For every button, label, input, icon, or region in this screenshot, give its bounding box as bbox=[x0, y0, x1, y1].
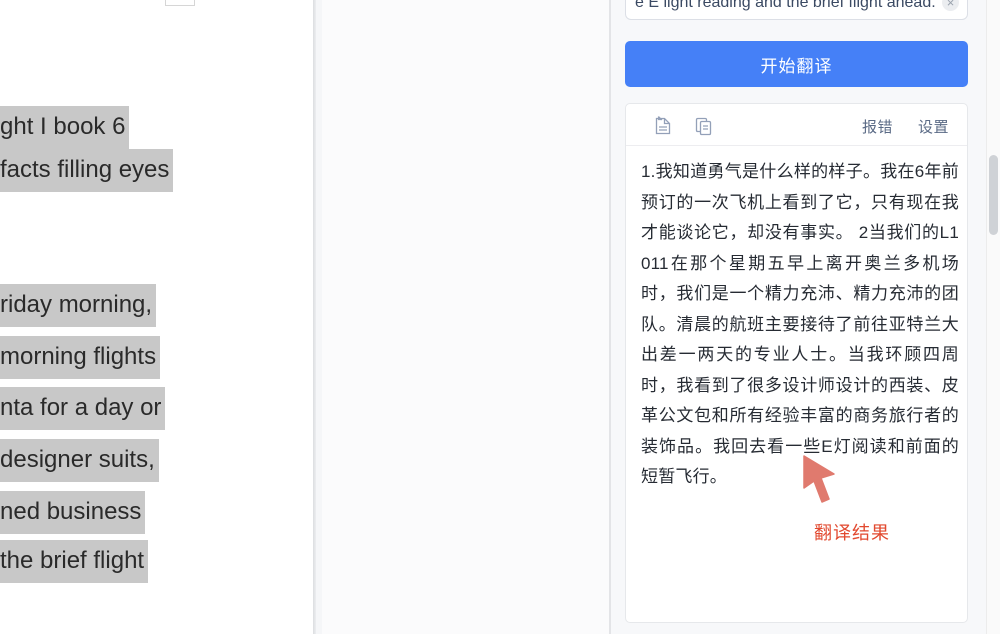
result-toolbar: 报错 设置 bbox=[626, 104, 967, 146]
document-line-text: morning flights bbox=[0, 336, 161, 379]
document-line: facts filling eyes bbox=[0, 149, 174, 192]
document-line-text: designer suits, bbox=[0, 439, 159, 482]
document-line: designer suits, bbox=[0, 439, 159, 482]
document-line: ght I book 6 bbox=[0, 106, 130, 149]
translate-panel: e E light reading and the brief flight a… bbox=[611, 0, 1000, 634]
document-line-text: riday morning, bbox=[0, 284, 157, 327]
settings-link[interactable]: 设置 bbox=[918, 116, 949, 137]
translation-result-card: 报错 设置 1.我知道勇气是什么样的样子。我在6年前预订的一次飞机上看到了它，只… bbox=[625, 103, 968, 623]
document-line-text: ght I book 6 bbox=[0, 106, 130, 149]
annotation-label: 翻译结果 bbox=[814, 523, 890, 543]
export-document-icon[interactable] bbox=[652, 115, 674, 137]
document-line: nta for a day or bbox=[0, 387, 166, 430]
source-text-input[interactable]: e E light reading and the brief flight a… bbox=[625, 0, 968, 20]
report-error-link[interactable]: 报错 bbox=[862, 116, 893, 137]
document-line: ned business bbox=[0, 491, 146, 534]
start-translate-button[interactable]: 开始翻译 bbox=[625, 41, 968, 87]
scrollbar-track[interactable] bbox=[986, 0, 1000, 634]
screen-root: ght I book 6 facts filling eyes riday mo… bbox=[0, 0, 1000, 634]
document-pane: ght I book 6 facts filling eyes riday mo… bbox=[0, 0, 313, 634]
close-icon[interactable]: × bbox=[942, 0, 959, 11]
translation-result-text: 1.我知道勇气是什么样的样子。我在6年前预订的一次飞机上看到了它，只有现在我才能… bbox=[641, 162, 959, 486]
document-line-text: the brief flight bbox=[0, 540, 149, 583]
document-line-text: nta for a day or bbox=[0, 387, 166, 430]
pane-divider-left bbox=[313, 0, 316, 634]
middle-pane-inner bbox=[322, 0, 611, 634]
document-line: morning flights bbox=[0, 336, 161, 379]
scrollbar-thumb[interactable] bbox=[989, 155, 998, 235]
document-line: the brief flight bbox=[0, 540, 149, 583]
source-text-value[interactable]: e E light reading and the brief flight a… bbox=[635, 0, 935, 12]
copy-icon[interactable] bbox=[693, 115, 715, 137]
document-stub-box bbox=[165, 0, 195, 6]
document-line: riday morning, bbox=[0, 284, 157, 327]
document-line-text: facts filling eyes bbox=[0, 149, 174, 192]
document-line-text: ned business bbox=[0, 491, 146, 534]
